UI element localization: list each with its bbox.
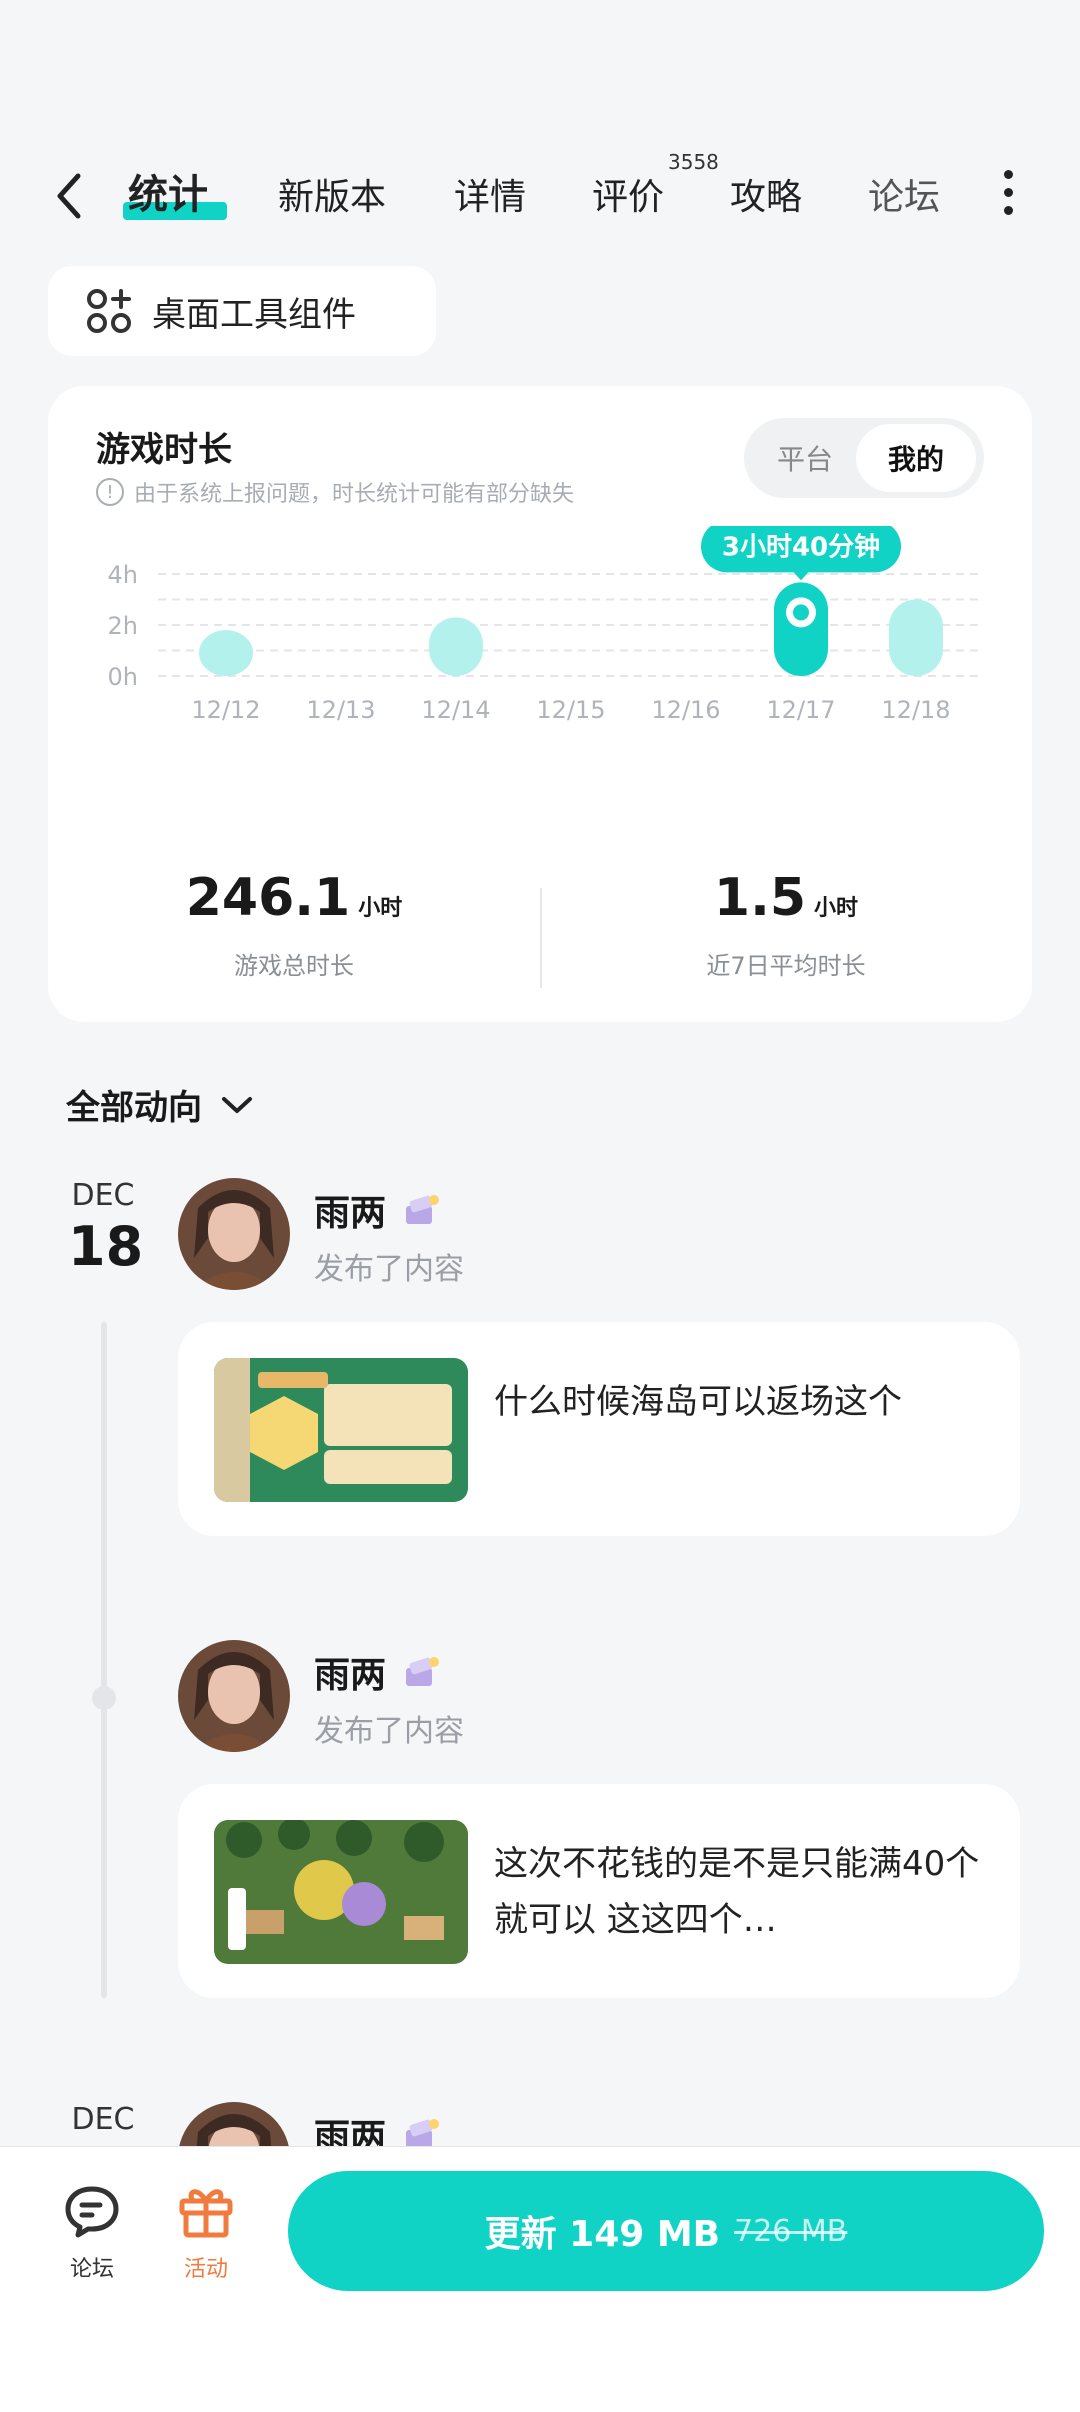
update-button[interactable]: 更新 149 MB 726 MB bbox=[288, 2171, 1044, 2291]
avg-playtime-label: 近7日平均时长 bbox=[706, 952, 866, 980]
x-tick-label: 12/14 bbox=[421, 696, 490, 724]
level-badge-icon bbox=[406, 1657, 440, 1686]
post-action: 发布了内容 bbox=[314, 1252, 464, 1287]
nav-forum-label: 论坛 bbox=[69, 2257, 114, 2282]
date-day: 18 bbox=[68, 1215, 144, 1278]
nav-activity[interactable]: 活动 bbox=[156, 2183, 256, 2283]
post-card[interactable]: 这次不花钱的是不是只能满40个就可以 这这四个… bbox=[178, 1784, 1020, 1998]
activity-filter-dropdown[interactable]: 全部动向 bbox=[66, 1080, 254, 1129]
nav-forum[interactable]: 论坛 bbox=[42, 2183, 142, 2283]
username[interactable]: 雨两 bbox=[314, 1184, 442, 1236]
playtime-note-text: 由于系统上报问题，时长统计可能有部分缺失 bbox=[134, 482, 575, 507]
x-tick-label: 12/13 bbox=[306, 696, 375, 724]
total-playtime-label: 游戏总时长 bbox=[234, 952, 354, 980]
playtime-bar-chart: 0h 2h 4h 12/12 12/13 12/14 12/15 12/16 3小时40分钟 12… bbox=[108, 526, 984, 724]
desktop-widget-label: 桌面工具组件 bbox=[152, 294, 356, 335]
post-action: 发布了内容 bbox=[314, 1714, 464, 1749]
bar-12-17 bbox=[774, 582, 828, 676]
info-icon: ! bbox=[96, 478, 124, 506]
date-marker: DEC 18 bbox=[68, 1178, 144, 1278]
old-size-label: 726 MB bbox=[734, 2213, 848, 2249]
tab-details[interactable]: 详情 bbox=[454, 168, 526, 220]
playtime-note: ! 由于系统上报问题，时长统计可能有部分缺失 bbox=[96, 476, 574, 508]
x-tick-label: 12/12 bbox=[191, 696, 260, 724]
forum-chat-icon bbox=[65, 2186, 119, 2238]
post-thumbnail[interactable] bbox=[214, 1358, 468, 1502]
bar-12-18 bbox=[889, 599, 943, 676]
avatar[interactable] bbox=[178, 1178, 290, 1290]
avg-playtime-value: 1.5 bbox=[713, 868, 807, 928]
chevron-down-icon bbox=[222, 1096, 252, 1113]
tab-forum[interactable]: 论坛 bbox=[868, 168, 940, 220]
reviews-count-badge: 3558 bbox=[668, 150, 719, 174]
y-tick-label: 0h bbox=[108, 663, 138, 691]
update-label: 更新 149 MB bbox=[484, 2214, 721, 2255]
bar-marker-inner bbox=[793, 604, 809, 621]
username-text: 雨两 bbox=[314, 1193, 387, 1234]
avg-playtime-stat: 1.5 小时 近7日平均时长 bbox=[540, 868, 1032, 981]
username-text: 雨两 bbox=[314, 1655, 387, 1696]
toggle-platform[interactable]: 平台 bbox=[752, 424, 858, 492]
tab-stats[interactable]: 统计 bbox=[128, 162, 208, 220]
post-text: 这次不花钱的是不是只能满40个就可以 这这四个… bbox=[494, 1844, 980, 1940]
post-thumbnail[interactable] bbox=[214, 1820, 468, 1964]
username[interactable]: 雨两 bbox=[314, 1646, 442, 1698]
tab-bar: 统计 新版本 详情 评价 3558 攻略 论坛 bbox=[0, 150, 1080, 240]
tab-new-version[interactable]: 新版本 bbox=[278, 168, 386, 220]
x-tick-label: 12/15 bbox=[536, 696, 605, 724]
timeline-dot bbox=[92, 1686, 116, 1710]
bar-12-14 bbox=[429, 617, 483, 676]
avatar[interactable] bbox=[178, 1640, 290, 1752]
post-text: 什么时候海岛可以返场这个 bbox=[494, 1382, 902, 1422]
activity-filter-label: 全部动向 bbox=[66, 1088, 202, 1128]
post-card[interactable]: 什么时候海岛可以返场这个 bbox=[178, 1322, 1020, 1536]
date-marker: DEC bbox=[68, 2102, 138, 2137]
playtime-card: 游戏时长 ! 由于系统上报问题，时长统计可能有部分缺失 平台 我的 0h 2h 4h… bbox=[48, 386, 1032, 1022]
y-tick-label: 2h bbox=[108, 612, 138, 640]
bar-12-12 bbox=[199, 630, 253, 676]
x-tick-label: 12/17 bbox=[766, 696, 835, 724]
toggle-mine[interactable]: 我的 bbox=[856, 424, 976, 492]
x-tick-label: 12/16 bbox=[651, 696, 720, 724]
scope-toggle: 平台 我的 bbox=[744, 418, 984, 498]
total-playtime-unit: 小时 bbox=[358, 896, 403, 921]
more-options-icon[interactable] bbox=[1000, 170, 1016, 220]
tooltip-text: 3小时40分钟 bbox=[722, 531, 880, 562]
tooltip-pointer bbox=[792, 570, 810, 581]
tab-guides[interactable]: 攻略 bbox=[730, 168, 802, 220]
desktop-widget-button[interactable]: 桌面工具组件 bbox=[48, 266, 436, 356]
timeline-line bbox=[101, 1322, 107, 1998]
x-tick-label: 12/18 bbox=[881, 696, 950, 724]
total-playtime-stat: 246.1 小时 游戏总时长 bbox=[48, 868, 540, 981]
bottom-action-bar: 论坛 活动 更新 149 MB 726 MB bbox=[0, 2146, 1080, 2412]
playtime-title: 游戏时长 bbox=[96, 430, 232, 470]
date-month: DEC bbox=[71, 1178, 135, 1213]
tab-reviews[interactable]: 评价 bbox=[592, 168, 664, 220]
avg-playtime-unit: 小时 bbox=[814, 896, 859, 921]
back-arrow-icon[interactable] bbox=[50, 170, 90, 222]
gift-icon bbox=[179, 2189, 233, 2238]
nav-activity-label: 活动 bbox=[183, 2257, 228, 2282]
y-tick-label: 4h bbox=[108, 561, 138, 589]
total-playtime-value: 246.1 bbox=[185, 868, 351, 928]
grid-plus-icon bbox=[87, 289, 131, 333]
level-badge-icon bbox=[406, 1195, 440, 1224]
date-month: DEC bbox=[71, 2102, 135, 2137]
